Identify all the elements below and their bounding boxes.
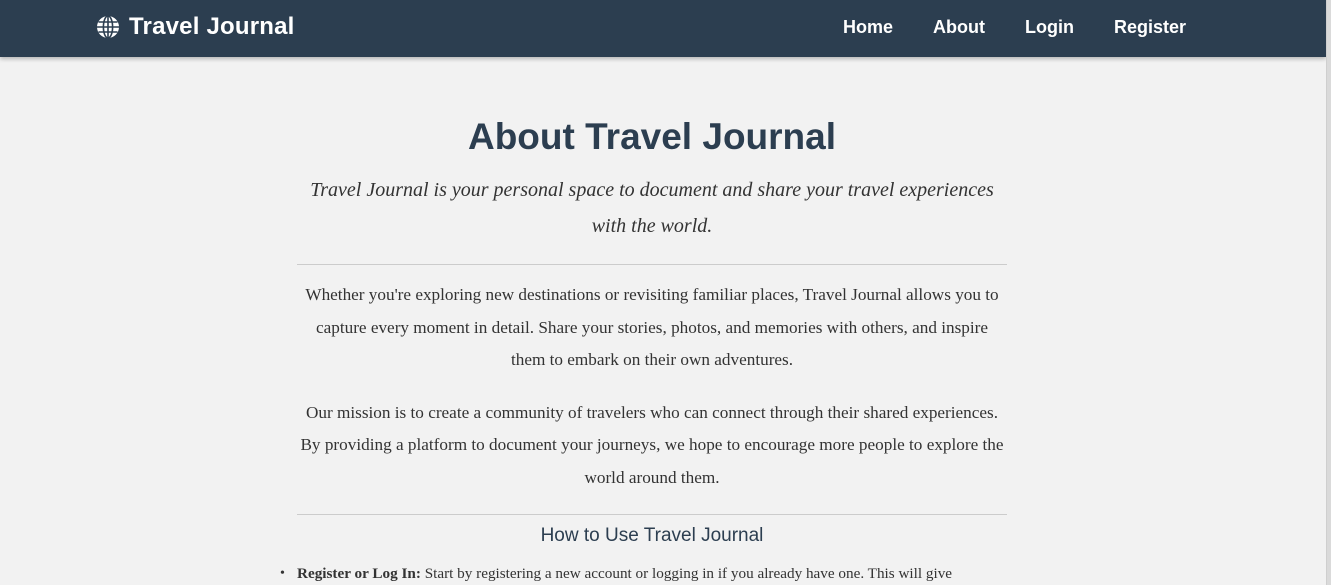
- how-to-steps: • Register or Log In: Start by registeri…: [280, 563, 1007, 585]
- bullet-icon: •: [280, 566, 285, 581]
- intro-paragraph: Whether you're exploring new destination…: [305, 285, 999, 369]
- list-item: • Register or Log In: Start by registeri…: [280, 563, 1007, 585]
- page-title: About Travel Journal: [467, 116, 836, 157]
- step-label: Register or Log In:: [297, 565, 421, 582]
- top-navbar: Travel Journal Home About Login Register: [0, 0, 1326, 57]
- divider: [297, 264, 1007, 265]
- how-to-heading: How to Use Travel Journal: [540, 525, 764, 546]
- brand-name: Travel Journal: [129, 13, 295, 40]
- mission-paragraph: Our mission is to create a community of …: [300, 402, 1004, 487]
- scrollbar-track[interactable]: [1326, 0, 1331, 585]
- nav-link-register[interactable]: Register: [1114, 16, 1186, 38]
- globe-icon: [97, 15, 119, 39]
- nav-link-login[interactable]: Login: [1025, 16, 1074, 38]
- nav-link-about[interactable]: About: [933, 16, 985, 38]
- nav-links: Home About Login Register: [843, 16, 1186, 38]
- about-content: About Travel Journal Travel Journal is y…: [280, 110, 1007, 585]
- divider: [297, 514, 1007, 515]
- brand-link[interactable]: Travel Journal: [96, 12, 295, 42]
- nav-link-home[interactable]: Home: [843, 16, 893, 38]
- scrollbar-thumb[interactable]: [1326, 0, 1331, 585]
- tagline: Travel Journal is your personal space to…: [310, 179, 994, 237]
- step-text: Start by registering a new account or lo…: [424, 565, 953, 582]
